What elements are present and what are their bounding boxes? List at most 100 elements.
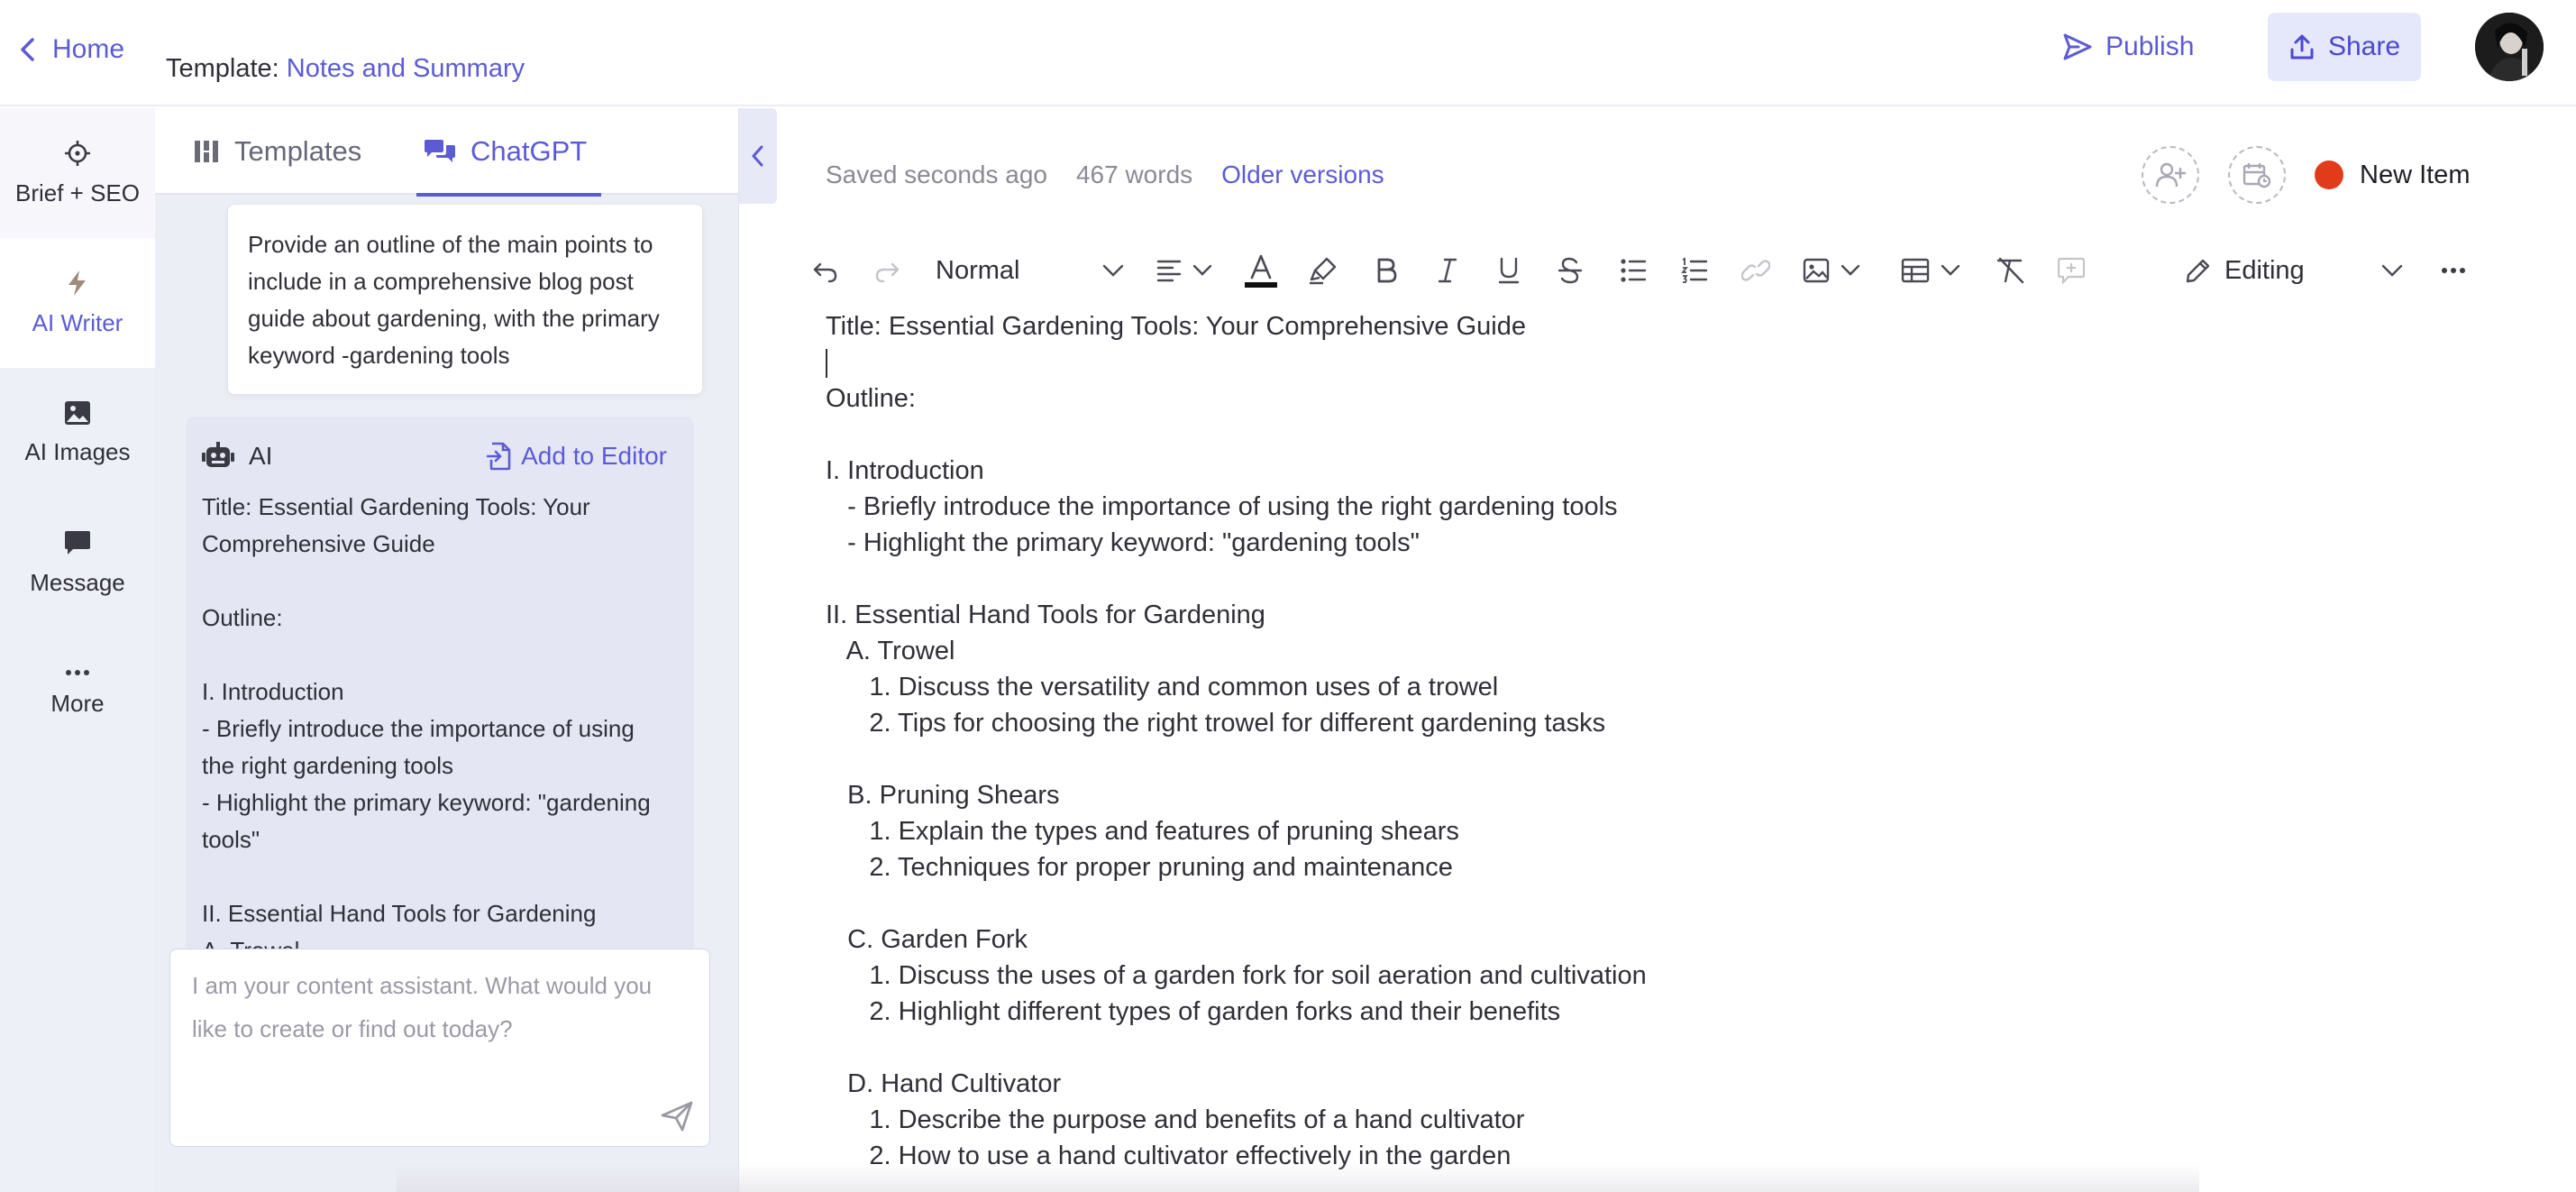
doc-line: Title: Essential Gardening Tools: Your C…: [826, 312, 1526, 341]
template-info: Template: Notes and Summary: [166, 54, 525, 84]
nav-label: More: [50, 689, 105, 717]
nav-label: AI Writer: [32, 308, 123, 336]
bold-button[interactable]: [1366, 245, 1406, 296]
document-body[interactable]: Title: Essential Gardening Tools: Your C…: [826, 308, 2448, 1174]
share-label: Share: [2327, 32, 2401, 61]
collapse-panel-button[interactable]: [739, 108, 777, 204]
send-icon: [2062, 32, 2093, 62]
doc-line: 2. Tips for choosing the right trowel fo…: [826, 709, 1606, 738]
editor-status-bar: Saved seconds ago 467 words Older versio…: [826, 155, 1384, 195]
paragraph-style-label: Normal: [936, 255, 1020, 285]
editing-mode-chevron[interactable]: [2374, 245, 2410, 296]
undo-icon: [812, 257, 839, 284]
align-select[interactable]: [1148, 245, 1220, 296]
document-editor: Saved seconds ago 467 words Older versio…: [777, 108, 2576, 1192]
comment-add-icon: [2058, 257, 2085, 284]
top-bar: Home Template: Notes and Summary Publish…: [0, 0, 2576, 106]
doc-line: 1. Explain the types and features of pru…: [826, 817, 1459, 846]
robot-icon: [202, 442, 234, 471]
nav-item-ai-images[interactable]: AI Images: [0, 368, 155, 498]
panel-tabs: Templates ChatGPT: [155, 108, 738, 197]
doc-line: [826, 741, 2448, 777]
insert-table-select[interactable]: [1893, 245, 1969, 296]
nav-item-ai-writer[interactable]: AI Writer: [0, 238, 155, 368]
undo-button[interactable]: [806, 245, 845, 296]
more-options-button[interactable]: [2435, 245, 2471, 296]
highlighter-icon: [1309, 256, 1339, 285]
schedule-button[interactable]: [2228, 146, 2286, 204]
nav-item-more[interactable]: More: [0, 628, 155, 757]
new-item-status[interactable]: New Item: [2315, 155, 2470, 195]
doc-line: 2. How to use a hand cultivator effectiv…: [826, 1142, 1512, 1170]
nav-item-message[interactable]: Message: [0, 498, 155, 628]
redo-button[interactable]: [867, 245, 907, 296]
strikethrough-button[interactable]: [1550, 245, 1590, 296]
link-button[interactable]: [1736, 245, 1776, 296]
user-avatar[interactable]: [2475, 13, 2544, 81]
doc-line: Outline:: [826, 384, 916, 413]
insert-image-select[interactable]: [1795, 245, 1868, 296]
doc-line: 1. Discuss the uses of a garden fork for…: [826, 961, 1647, 990]
add-to-editor-button[interactable]: Add to Editor: [487, 436, 667, 476]
chat-input[interactable]: [170, 949, 709, 1146]
dots-icon: [64, 668, 91, 677]
chat-input-box: [169, 949, 710, 1147]
doc-line: [826, 1030, 2448, 1066]
add-collaborator-button[interactable]: [2142, 146, 2199, 204]
upload-icon: [2288, 33, 2316, 60]
doc-line: 2. Highlight different types of garden f…: [826, 997, 1561, 1026]
text-color-icon: [1243, 252, 1279, 289]
align-left-icon: [1156, 259, 1182, 282]
bullet-list-button[interactable]: [1613, 245, 1653, 296]
chevron-left-icon: [18, 37, 38, 62]
doc-line: - Briefly introduce the importance of us…: [826, 492, 1618, 521]
left-nav: Brief + SEO AI Writer AI Images Message …: [0, 108, 155, 1192]
status-dot-icon: [2315, 160, 2343, 189]
calendar-clock-icon: [2243, 161, 2271, 188]
image-icon: [64, 400, 91, 426]
ai-label: AI: [249, 442, 273, 470]
word-count: 467 words: [1075, 160, 1193, 188]
file-import-icon: [487, 442, 512, 471]
home-link[interactable]: Home: [18, 31, 124, 69]
tab-chatgpt[interactable]: ChatGPT: [416, 108, 602, 197]
doc-line: [826, 561, 2448, 597]
ai-response-text: Title: Essential Gardening Tools: Your C…: [202, 493, 651, 964]
chevron-down-icon: [1192, 264, 1212, 277]
numbered-list-button[interactable]: [1675, 245, 1714, 296]
clear-format-icon: [1996, 257, 2026, 284]
template-name-link[interactable]: Notes and Summary: [287, 54, 525, 83]
chat-panel: Templates ChatGPT Provide an outline of …: [155, 108, 739, 1192]
paper-plane-icon: [659, 1097, 695, 1133]
doc-line: 1. Describe the purpose and benefits of …: [826, 1105, 1525, 1134]
clear-formatting-button[interactable]: [1990, 245, 2032, 296]
editing-mode-select[interactable]: Editing: [2185, 245, 2401, 296]
table-icon: [1901, 258, 1930, 283]
numbered-list-icon: [1681, 257, 1708, 284]
tab-label: ChatGPT: [470, 135, 588, 167]
tab-templates[interactable]: Templates: [193, 108, 361, 195]
chevron-down-icon: [1941, 264, 1960, 277]
chevron-left-icon: [750, 143, 766, 169]
doc-line: B. Pruning Shears: [826, 781, 1060, 810]
doc-line: A. Trowel: [826, 637, 955, 665]
add-comment-button[interactable]: [2051, 245, 2091, 296]
doc-line: [826, 885, 2448, 922]
text-color-button[interactable]: [1238, 245, 1283, 296]
underline-button[interactable]: [1489, 245, 1529, 296]
grid-icon: [193, 138, 220, 165]
chat-icon: [424, 138, 456, 165]
older-versions-link[interactable]: Older versions: [1221, 160, 1384, 189]
publish-button[interactable]: Publish: [2062, 23, 2194, 70]
home-label: Home: [52, 34, 125, 64]
highlight-button[interactable]: [1302, 245, 1347, 296]
chevron-down-icon: [1841, 264, 1860, 277]
share-button[interactable]: Share: [2268, 13, 2421, 81]
paragraph-style-select[interactable]: Normal: [936, 245, 1125, 296]
nav-item-brief-seo[interactable]: Brief + SEO: [0, 108, 155, 238]
lightning-icon: [66, 270, 89, 297]
italic-button[interactable]: [1428, 245, 1467, 296]
doc-line: [826, 417, 2448, 453]
send-message-button[interactable]: [659, 1097, 695, 1133]
new-item-label: New Item: [2360, 160, 2471, 189]
